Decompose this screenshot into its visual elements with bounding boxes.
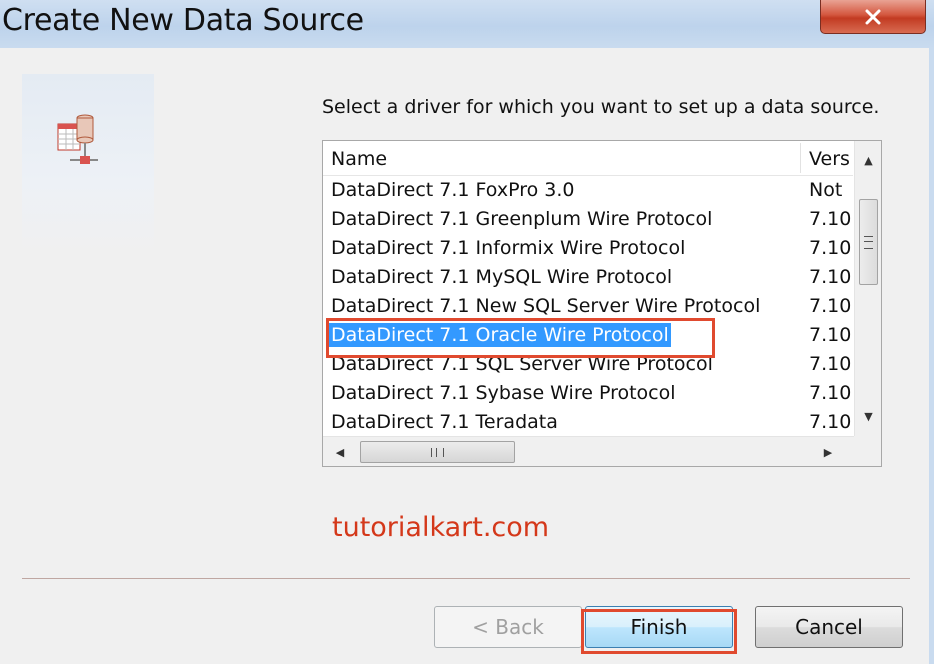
title-bar: Create New Data Source: [0, 0, 934, 48]
driver-name: DataDirect 7.1 FoxPro 3.0: [331, 179, 575, 201]
scroll-up-arrow-icon[interactable]: ▲: [855, 147, 881, 173]
driver-name: DataDirect 7.1 Greenplum Wire Protocol: [331, 208, 713, 230]
close-button[interactable]: [820, 0, 926, 34]
list-item[interactable]: DataDirect 7.1 SQL Server Wire Protocol 7…: [323, 350, 853, 379]
driver-version: 7.10: [809, 266, 851, 288]
column-header-version[interactable]: Vers: [809, 148, 851, 170]
driver-version: 7.10: [809, 411, 851, 433]
driver-version: 7.10: [809, 295, 851, 317]
horizontal-scrollbar[interactable]: ◀ ▶: [323, 436, 854, 466]
driver-name: DataDirect 7.1 MySQL Wire Protocol: [331, 266, 673, 288]
driver-version: Not: [809, 179, 843, 201]
list-item[interactable]: DataDirect 7.1 FoxPro 3.0 Not: [323, 176, 853, 205]
close-x-icon: [865, 9, 881, 24]
list-item[interactable]: DataDirect 7.1 MySQL Wire Protocol 7.10: [323, 263, 853, 292]
driver-name: DataDirect 7.1 SQL Server Wire Protocol: [331, 353, 713, 375]
column-header-name[interactable]: Name: [331, 148, 387, 170]
horizontal-scroll-thumb[interactable]: [360, 441, 515, 463]
cancel-button[interactable]: Cancel: [755, 606, 903, 648]
divider-line: [22, 578, 910, 579]
column-divider[interactable]: [800, 143, 801, 173]
driver-version: 7.10: [809, 324, 851, 346]
list-item[interactable]: DataDirect 7.1 Sybase Wire Protocol 7.10: [323, 379, 853, 408]
watermark-text: tutorialkart.com: [332, 512, 550, 543]
driver-name: DataDirect 7.1 Sybase Wire Protocol: [331, 382, 676, 404]
driver-name: DataDirect 7.1 Oracle Wire Protocol: [329, 323, 671, 347]
driver-version: 7.10: [809, 208, 851, 230]
driver-list[interactable]: Name Vers DataDirect 7.1 FoxPro 3.0 Not Da…: [322, 140, 882, 467]
list-rows: DataDirect 7.1 FoxPro 3.0 Not DataDirect 7…: [323, 176, 853, 436]
list-header: Name Vers: [323, 141, 853, 176]
scroll-down-arrow-icon[interactable]: ▼: [855, 403, 881, 429]
grip-icon: [431, 447, 444, 457]
scroll-left-arrow-icon[interactable]: ◀: [327, 437, 353, 466]
finish-button[interactable]: Finish: [585, 606, 733, 648]
scroll-right-arrow-icon[interactable]: ▶: [815, 437, 841, 466]
driver-version: 7.10: [809, 382, 851, 404]
vertical-scrollbar[interactable]: ▲ ▼: [854, 141, 881, 436]
driver-version: 7.10: [809, 353, 851, 375]
grip-icon: [864, 235, 873, 249]
list-item[interactable]: DataDirect 7.1 New SQL Server Wire Proto…: [323, 292, 853, 321]
driver-name: DataDirect 7.1 Teradata: [331, 411, 558, 433]
scrollbar-corner: [854, 436, 881, 466]
window-border: [929, 48, 934, 664]
vertical-scroll-thumb[interactable]: [859, 199, 878, 285]
list-item[interactable]: DataDirect 7.1 Informix Wire Protocol 7.1…: [323, 234, 853, 263]
list-item[interactable]: DataDirect 7.1 Teradata 7.10: [323, 408, 853, 436]
driver-name: DataDirect 7.1 Informix Wire Protocol: [331, 237, 686, 259]
list-item[interactable]: DataDirect 7.1 Oracle Wire Protocol 7.10: [323, 321, 853, 350]
back-button[interactable]: < Back: [434, 606, 582, 648]
list-item[interactable]: DataDirect 7.1 Greenplum Wire Protocol 7.…: [323, 205, 853, 234]
instruction-text: Select a driver for which you want to se…: [322, 96, 880, 118]
driver-version: 7.10: [809, 237, 851, 259]
data-source-icon: [57, 114, 98, 164]
driver-name: DataDirect 7.1 New SQL Server Wire Proto…: [331, 295, 761, 317]
window-title: Create New Data Source: [2, 3, 364, 38]
